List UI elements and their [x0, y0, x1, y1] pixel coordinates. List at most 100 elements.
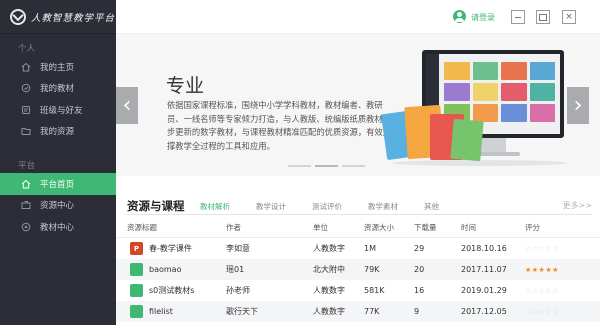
sidebar-item-label: 资源中心	[40, 201, 75, 212]
banner-title: 专业	[166, 75, 205, 97]
sidebar-item-classes-friends[interactable]: 班级与好友	[0, 99, 116, 121]
resource-icon	[20, 200, 31, 211]
size-cell: 77K	[364, 307, 380, 316]
size-cell: 1M	[364, 244, 376, 253]
sidebar-item-label: 平台首页	[40, 179, 75, 190]
table-row[interactable]: P 春-教学课件 李如意 人教数字 1M 29 2018.10.16 ☆☆☆☆☆	[116, 238, 600, 259]
sidebar-item-label: 我的教材	[40, 84, 75, 95]
folder-file-icon	[130, 305, 143, 318]
resource-title-cell[interactable]: filelist	[116, 305, 226, 318]
resource-title[interactable]: baomao	[149, 265, 181, 274]
folder-file-icon	[130, 263, 143, 276]
rating-stars-icon: ☆☆☆☆☆	[525, 245, 559, 253]
carousel-next-button[interactable]: ›	[567, 87, 589, 124]
table-row[interactable]: baomao 瑶01 北大附中 79K 20 2017.11.07 ★★★★★	[116, 259, 600, 280]
resource-title-cell[interactable]: s0测试教材s	[116, 284, 226, 297]
rating-stars-icon: ★★★★★	[525, 266, 559, 274]
unit-cell: 人教数字	[313, 307, 345, 316]
carousel-indicators	[288, 165, 365, 167]
resources-table: 资源标题 作者 单位 资源大小 下载量 时间 评分 P 春-教学课件 李如意 人教数字…	[116, 217, 600, 322]
time-cell: 2019.01.29	[461, 286, 507, 295]
device-illustration	[380, 44, 574, 169]
carousel-dot-active[interactable]	[315, 165, 338, 167]
maximize-icon[interactable]	[536, 10, 550, 24]
sidebar-item-textbook-center[interactable]: 教材中心	[0, 216, 116, 238]
table-header: 资源标题 作者 单位 资源大小 下载量 时间 评分	[116, 217, 600, 238]
column-header: 下载量	[414, 222, 437, 232]
rating-stars-icon: ☆☆☆☆☆	[525, 308, 559, 316]
downloads-cell: 9	[414, 307, 420, 316]
column-header: 资源大小	[364, 222, 394, 232]
resource-title[interactable]: 春-教学课件	[149, 243, 192, 254]
folder-file-icon	[130, 284, 143, 297]
column-header: 评分	[525, 222, 540, 232]
carousel-dot[interactable]	[288, 165, 311, 167]
sidebar-item-my-textbooks[interactable]: 我的教材	[0, 78, 116, 100]
sidebar-item-label: 教材中心	[40, 222, 75, 233]
rating-cell: ☆☆☆☆☆	[525, 244, 595, 253]
logo-icon	[10, 8, 26, 25]
downloads-cell: 16	[414, 286, 425, 295]
size-cell: 581K	[364, 286, 385, 295]
tab-textbook-analysis[interactable]: 教材解析	[200, 201, 230, 212]
unit-cell: 北大附中	[313, 265, 345, 274]
tab-teaching-design[interactable]: 教学设计	[256, 201, 286, 212]
resource-title[interactable]: s0测试教材s	[149, 285, 194, 296]
book-icon	[20, 83, 31, 94]
unit-cell: 人教数字	[313, 244, 345, 253]
resource-title[interactable]: filelist	[149, 307, 173, 316]
sidebar-item-label: 我的资源	[40, 127, 75, 138]
divider	[126, 214, 592, 215]
resource-title-cell[interactable]: baomao	[116, 263, 226, 276]
users-icon	[20, 104, 31, 115]
top-bar: 请登录 ×	[116, 0, 600, 34]
rating-cell: ★★★★★	[525, 265, 595, 274]
unit-cell: 人教数字	[313, 286, 345, 295]
close-icon[interactable]: ×	[562, 10, 576, 24]
user-avatar-icon[interactable]	[453, 10, 466, 23]
time-cell: 2017.11.07	[461, 265, 507, 274]
column-header: 作者	[226, 222, 241, 232]
author-cell: 孙老师	[226, 286, 250, 295]
login-link[interactable]: 请登录	[471, 12, 495, 23]
carousel-prev-button[interactable]: ‹	[116, 87, 138, 124]
sidebar-item-my-home[interactable]: 我的主页	[0, 56, 116, 78]
folder-icon	[20, 126, 31, 137]
main-panel: 请登录 × ‹ 专业 依据国家课程标准，围绕中小学学科教材，教材编者、教研员、一…	[116, 0, 600, 325]
resources-header: 资源与课程 教材解析 教学设计 测试评价 教学素材 其他 更多>>	[116, 176, 600, 216]
section-label-platform: 平台	[18, 161, 36, 171]
author-cell: 歌行天下	[226, 307, 258, 316]
downloads-cell: 20	[414, 265, 425, 274]
textbook-icon	[20, 221, 31, 232]
rating-stars-icon: ☆☆☆☆☆	[525, 287, 559, 295]
sidebar-item-platform-home[interactable]: 平台首页	[0, 173, 116, 195]
column-header: 时间	[461, 222, 476, 232]
banner-description: 依据国家课程标准，围绕中小学学科教材，教材编者、教研员、一线名师等专家倾力打造，…	[167, 100, 392, 151]
author-cell: 瑶01	[226, 265, 245, 274]
sidebar-item-label: 我的主页	[40, 62, 75, 73]
sidebar: 人教智慧教学平台 个人 我的主页 我的教材 班级与好友 我的资源 平台 平台首页	[0, 0, 116, 325]
sidebar-item-my-resources[interactable]: 我的资源	[0, 121, 116, 143]
section-label-personal: 个人	[18, 44, 36, 54]
resources-title: 资源与课程	[127, 199, 185, 213]
time-cell: 2017.12.05	[461, 307, 507, 316]
tab-teaching-materials[interactable]: 教学素材	[368, 201, 398, 212]
downloads-cell: 29	[414, 244, 425, 253]
home-icon	[20, 178, 31, 189]
textbook-illustration	[450, 118, 484, 162]
app-logo: 人教智慧教学平台	[0, 0, 116, 34]
carousel-dot[interactable]	[342, 165, 365, 167]
sidebar-item-resource-center[interactable]: 资源中心	[0, 195, 116, 217]
author-cell: 李如意	[226, 244, 250, 253]
app-title: 人教智慧教学平台	[31, 12, 116, 24]
tab-assessment[interactable]: 测试评价	[312, 201, 342, 212]
table-row[interactable]: filelist 歌行天下 人教数字 77K 9 2017.12.05 ☆☆☆☆☆	[116, 301, 600, 322]
tab-other[interactable]: 其他	[424, 201, 439, 212]
table-row[interactable]: s0测试教材s 孙老师 人教数字 581K 16 2019.01.29 ☆☆☆☆☆	[116, 280, 600, 301]
resource-title-cell[interactable]: P 春-教学课件	[116, 242, 226, 255]
rating-cell: ☆☆☆☆☆	[525, 286, 595, 295]
minimize-icon[interactable]	[511, 10, 525, 24]
more-link[interactable]: 更多>>	[563, 200, 592, 211]
time-cell: 2018.10.16	[461, 244, 507, 253]
column-header: 资源标题	[127, 222, 157, 232]
